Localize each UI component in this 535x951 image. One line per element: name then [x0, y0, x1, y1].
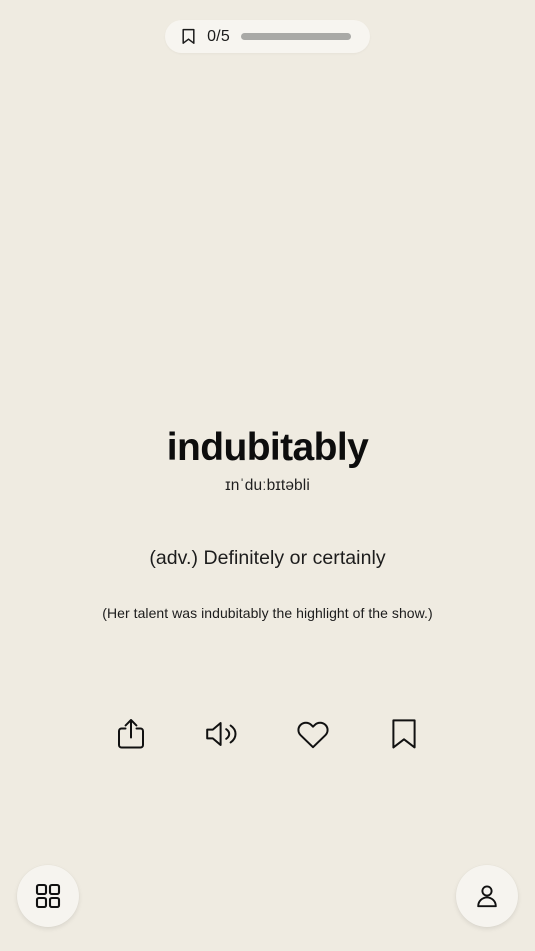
- word-block: indubitably ɪnˈduːbɪtəbli (adv.) Definit…: [24, 425, 511, 622]
- bookmark-button[interactable]: [382, 712, 426, 756]
- profile-button[interactable]: [456, 865, 518, 927]
- example-sentence: (Her talent was indubitably the highligh…: [102, 605, 433, 622]
- share-icon: [115, 717, 147, 751]
- pronounce-button[interactable]: [200, 712, 244, 756]
- bookmark-icon: [390, 718, 418, 750]
- progress-count: 0/5: [207, 27, 230, 45]
- grid-icon: [35, 883, 61, 909]
- word-card-screen: 0/5 indubitably ɪnˈduːbɪtəbli (adv.) Def…: [0, 0, 535, 951]
- person-icon: [474, 883, 500, 909]
- progress-track: [240, 33, 351, 40]
- definition-text: (adv.) Definitely or certainly: [149, 547, 386, 570]
- top-bar: 0/5: [0, 0, 535, 53]
- favorite-button[interactable]: [291, 712, 335, 756]
- share-button[interactable]: [109, 712, 153, 756]
- heart-icon: [296, 719, 330, 750]
- progress-pill[interactable]: 0/5: [165, 20, 370, 53]
- grid-button[interactable]: [17, 865, 79, 927]
- word-title: indubitably: [166, 425, 369, 469]
- word-card: indubitably ɪnˈduːbɪtəbli (adv.) Definit…: [0, 53, 535, 951]
- bookmark-icon: [181, 28, 196, 45]
- speaker-icon: [205, 719, 239, 749]
- phonetic-transcription: ɪnˈduːbɪtəbli: [225, 477, 310, 495]
- action-bar: [0, 712, 535, 756]
